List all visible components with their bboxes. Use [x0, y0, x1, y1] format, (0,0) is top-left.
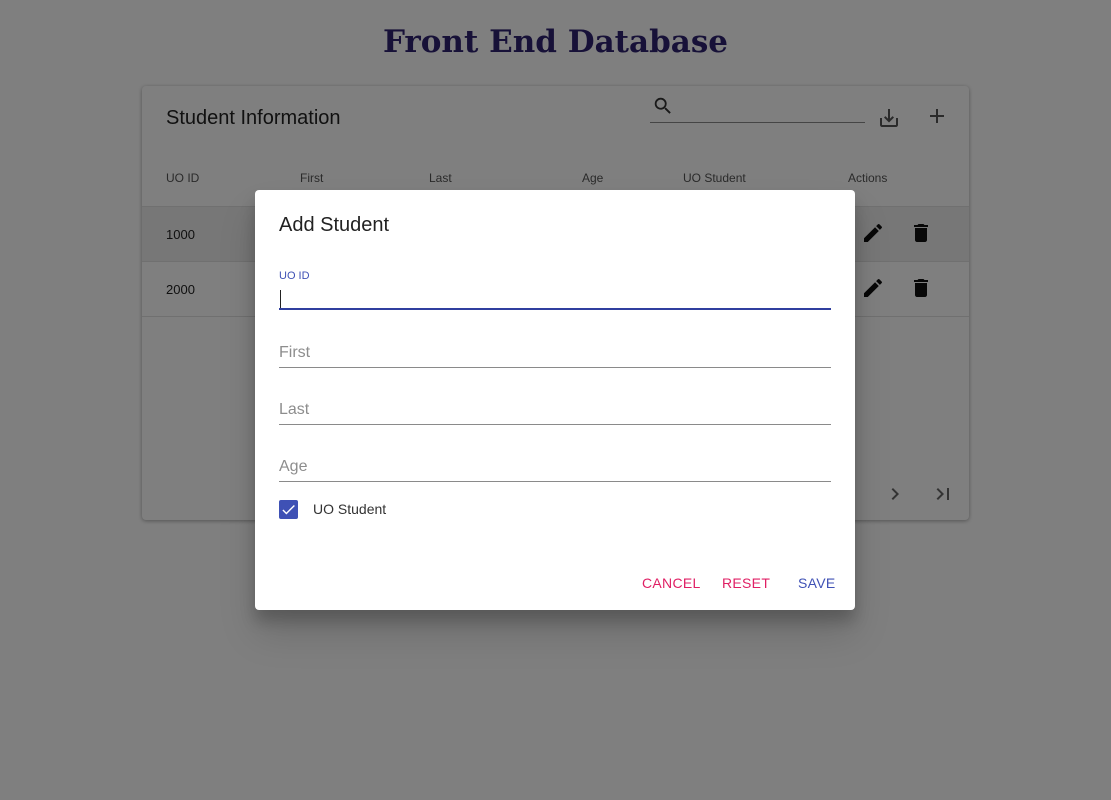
first-input[interactable] [279, 338, 831, 368]
cancel-button[interactable]: CANCEL [642, 575, 701, 591]
last-field[interactable] [279, 385, 831, 425]
checkmark-icon [282, 504, 295, 515]
add-student-dialog: Add Student UO ID UO Student CANCEL RESE… [255, 190, 855, 610]
uo-id-input[interactable] [279, 280, 831, 310]
save-button[interactable]: SAVE [798, 575, 836, 591]
first-field[interactable] [279, 328, 831, 368]
age-field[interactable] [279, 442, 831, 482]
text-caret [280, 290, 281, 308]
age-input[interactable] [279, 452, 831, 482]
last-input[interactable] [279, 395, 831, 425]
uo-student-label: UO Student [313, 501, 387, 517]
reset-button[interactable]: RESET [722, 575, 770, 591]
uo-id-field[interactable]: UO ID [279, 270, 831, 310]
dialog-title: Add Student [279, 214, 390, 236]
uo-student-checkbox[interactable] [279, 500, 298, 519]
